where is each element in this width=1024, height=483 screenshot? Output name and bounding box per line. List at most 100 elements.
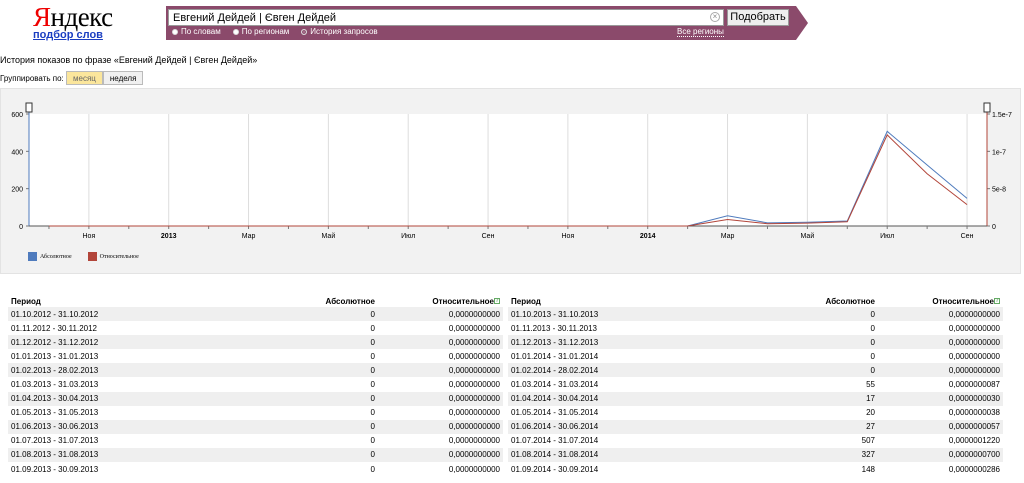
radio-option[interactable]: По регионам: [232, 27, 290, 36]
table-row: 01.03.2013 - 31.03.2013 0 0,0000000000: [8, 377, 503, 391]
group-tab[interactable]: месяц: [66, 71, 103, 85]
scale-handle-left-icon: [25, 102, 33, 113]
cell-period: 01.09.2013 - 30.09.2013: [11, 464, 99, 474]
x-tick-label: 2014: [640, 233, 656, 240]
cell-period: 01.11.2013 - 30.11.2013: [511, 323, 597, 333]
cell-absolute: 0: [370, 408, 375, 418]
table-row: 01.02.2014 - 28.02.2014 0 0,0000000000: [508, 363, 1003, 378]
cell-period: 01.01.2013 - 31.01.2013: [11, 351, 99, 361]
cell-period: 01.06.2013 - 30.06.2013: [8, 419, 198, 434]
cell-relative: 0,0000000000: [378, 363, 503, 378]
table-row: 01.05.2014 - 31.05.2014 20 0,0000000038: [508, 406, 1003, 420]
table-row: 01.06.2013 - 30.06.2013 0 0,0000000000: [8, 419, 503, 434]
help-icon[interactable]: ?: [994, 298, 1000, 305]
x-tick-label: Ноя: [562, 233, 575, 240]
cell-period: 01.09.2014 - 30.09.2014: [511, 464, 599, 474]
x-tick-label: Мар: [721, 233, 735, 240]
all-regions-link[interactable]: Все регионы: [677, 27, 724, 37]
table-row: 01.07.2013 - 31.07.2013 0 0,0000000000: [8, 434, 503, 448]
cell-relative: 0,0000000038: [948, 408, 1000, 418]
x-tick-label: Ноя: [83, 233, 96, 240]
radio-option[interactable]: История запросов: [301, 27, 378, 36]
cell-absolute: 0: [698, 307, 878, 322]
submit-button[interactable]: Подобрать: [727, 9, 789, 26]
y-tick-label-right: 5e-8: [992, 187, 1006, 194]
y-tick-label-left: 200: [11, 187, 23, 194]
col-relative: Относительное?: [878, 295, 1003, 307]
table-row: 01.01.2013 - 31.01.2013 0 0,0000000000: [8, 349, 503, 363]
group-tab[interactable]: неделя: [102, 71, 144, 85]
x-tick-label: Май: [801, 232, 815, 240]
x-tick-label: Мар: [242, 233, 256, 240]
cell-period: 01.10.2013 - 31.10.2013: [508, 307, 698, 322]
cell-relative: 0,0000000000: [448, 323, 500, 333]
cell-absolute: 0: [870, 323, 875, 333]
chart-legend: Абсолютное Относительное: [28, 252, 139, 261]
cell-absolute: 0: [198, 391, 378, 406]
cell-period: 01.02.2014 - 28.02.2014: [508, 363, 698, 378]
cell-relative: 0,0000000057: [878, 419, 1003, 434]
cell-absolute: 20: [866, 408, 875, 418]
y-tick-label-left: 400: [11, 149, 23, 156]
cell-absolute: 0: [870, 351, 875, 361]
cell-relative: 0,0000000000: [378, 335, 503, 350]
radio-option[interactable]: По словам: [172, 27, 221, 36]
cell-absolute: 0: [370, 464, 375, 474]
cell-period: 01.05.2013 - 31.05.2013: [11, 408, 99, 418]
cell-absolute: 0: [198, 307, 378, 322]
cell-relative: 0,0000000000: [948, 351, 1000, 361]
history-chart: Ноя 2013 Мар Май Июл Сен Ноя 2014 Мар Май Июл Сен 60…: [11, 102, 1012, 240]
x-tick-label: Июл: [880, 233, 894, 240]
cell-relative: 0,0000000700: [878, 447, 1003, 463]
table-row: 01.07.2014 - 31.07.2014 507 0,0000001220: [508, 434, 1003, 448]
x-tick-label: Июл: [401, 233, 415, 240]
radio-icon[interactable]: [232, 28, 239, 35]
cell-relative: 0,0000000000: [878, 335, 1003, 350]
table-row: 01.05.2013 - 31.05.2013 0 0,0000000000: [8, 406, 503, 420]
y-tick-label-right: 1e-7: [992, 149, 1006, 156]
wordstat-link[interactable]: подбор слов: [33, 29, 103, 41]
table-row: 01.10.2013 - 31.10.2013 0 0,0000000000: [508, 307, 1003, 322]
search-input[interactable]: [168, 9, 724, 26]
y-tick-label-left: 0: [19, 224, 23, 231]
x-tick-label: Май: [322, 232, 336, 240]
help-icon[interactable]: ?: [494, 298, 500, 305]
col-relative-label: Относительное: [932, 296, 994, 306]
cell-period: 01.12.2012 - 31.12.2012: [8, 335, 198, 350]
radio-icon[interactable]: [301, 28, 308, 35]
x-tick-label: Сен: [482, 233, 495, 240]
legend-swatch: [28, 252, 37, 261]
cell-absolute: 0: [198, 363, 378, 378]
clear-icon[interactable]: ×: [710, 12, 720, 22]
cell-period: 01.05.2014 - 31.05.2014: [511, 408, 599, 418]
cell-period: 01.10.2012 - 31.10.2012: [8, 307, 198, 322]
radio-label: По регионам: [241, 27, 290, 36]
cell-relative: 0,0000000286: [948, 464, 1000, 474]
group-tabs: месяц неделя: [66, 71, 144, 85]
radio-icon[interactable]: [172, 28, 178, 35]
cell-relative: 0,0000000000: [448, 436, 500, 446]
legend-item[interactable]: Абсолютное: [28, 252, 72, 261]
cell-period: 01.01.2014 - 31.01.2014: [511, 351, 599, 361]
legend-item[interactable]: Относительное: [87, 252, 139, 261]
cell-relative: 0,0000000030: [878, 391, 1003, 406]
cell-relative: 0,0000000000: [448, 464, 500, 474]
cell-absolute: 0: [370, 351, 375, 361]
radio-label: По словам: [181, 27, 221, 36]
search-mode-radios: По словам По регионам История запросов: [172, 27, 378, 36]
cell-period: 01.12.2013 - 31.12.2013: [508, 335, 698, 350]
cell-period: 01.11.2012 - 30.11.2012: [11, 323, 97, 333]
cell-absolute: 148: [861, 464, 875, 474]
cell-relative: 0,0000001220: [948, 436, 1000, 446]
plot-area: [29, 114, 987, 226]
cell-period: 01.03.2014 - 31.03.2014: [511, 380, 599, 390]
col-period: Период: [511, 296, 541, 306]
col-absolute: Абсолютное: [825, 296, 875, 306]
cell-absolute: 0: [370, 380, 375, 390]
legend-label: Абсолютное: [40, 253, 72, 260]
cell-absolute: 0: [698, 363, 878, 378]
table-row: 01.09.2013 - 30.09.2013 0 0,0000000000: [8, 462, 503, 476]
page-title: История показов по фразе «Евгений Дейдей…: [0, 55, 258, 65]
cell-relative: 0,0000000000: [878, 307, 1003, 322]
cell-absolute: 0: [370, 323, 375, 333]
